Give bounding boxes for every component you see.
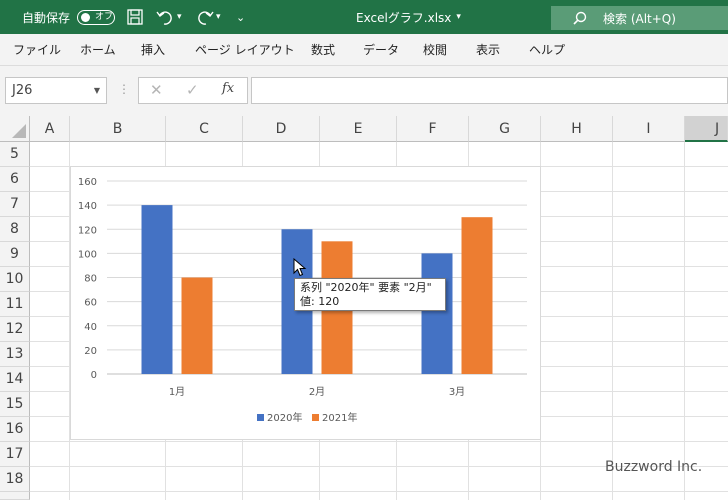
row-header-18[interactable]: 18 <box>0 467 30 492</box>
row-header-14[interactable]: 14 <box>0 367 30 392</box>
file-name-text: Excelグラフ.xlsx <box>356 10 452 25</box>
row-header-7[interactable]: 7 <box>0 192 30 217</box>
row-header-6[interactable]: 6 <box>0 167 30 192</box>
column-header-i[interactable]: I <box>613 116 685 142</box>
row-header-12[interactable]: 12 <box>0 317 30 342</box>
search-label: 検索 (Alt+Q) <box>603 11 676 26</box>
y-tick-label: 80 <box>84 274 97 285</box>
tab-help[interactable]: ヘルプ <box>529 34 565 66</box>
autosave-toggle[interactable]: オフ <box>77 10 115 25</box>
row-header-11[interactable]: 11 <box>0 292 30 317</box>
bar[interactable] <box>141 205 173 374</box>
y-tick-label: 120 <box>78 225 97 236</box>
name-box-value: J26 <box>12 83 33 98</box>
x-tick-label: 2月 <box>309 386 325 398</box>
undo-dropdown-icon[interactable]: ▾ <box>177 0 182 34</box>
formula-bar: J26 ▼ ⋮ ✕ ✓ fx <box>0 66 728 116</box>
row-header-5[interactable]: 5 <box>0 142 30 167</box>
redo-icon[interactable] <box>195 9 215 25</box>
cancel-icon[interactable]: ✕ <box>150 81 163 99</box>
row-header-9[interactable]: 9 <box>0 242 30 267</box>
search-box[interactable]: 検索 (Alt+Q) <box>551 6 728 30</box>
toggle-state-label: オフ <box>95 12 114 22</box>
y-tick-label: 140 <box>78 201 97 212</box>
formula-buttons: ✕ ✓ fx <box>138 77 248 104</box>
column-header-a[interactable]: A <box>30 116 70 142</box>
column-header-g[interactable]: G <box>469 116 541 142</box>
column-header-b[interactable]: B <box>70 116 166 142</box>
row-header-10[interactable]: 10 <box>0 267 30 292</box>
undo-icon[interactable] <box>156 9 176 25</box>
y-tick-label: 20 <box>84 346 97 357</box>
y-tick-label: 100 <box>78 249 97 260</box>
column-header-h[interactable]: H <box>541 116 613 142</box>
file-name[interactable]: Excelグラフ.xlsx ▾ <box>356 0 461 34</box>
more-options-icon[interactable]: ⋮ <box>118 82 130 96</box>
bar[interactable] <box>461 217 493 374</box>
enter-icon[interactable]: ✓ <box>186 81 199 99</box>
column-header-f[interactable]: F <box>397 116 469 142</box>
chevron-down-icon[interactable]: ▼ <box>94 78 100 103</box>
legend-swatch <box>257 414 264 421</box>
row-header-15[interactable]: 15 <box>0 392 30 417</box>
row-header-19[interactable] <box>0 492 30 500</box>
autosave-label: 自動保存 <box>22 10 71 25</box>
watermark: Buzzword Inc. <box>605 459 703 475</box>
customize-toolbar-icon[interactable]: ⌄ <box>236 0 245 34</box>
row-header-13[interactable]: 13 <box>0 342 30 367</box>
tab-home[interactable]: ホーム <box>80 34 116 66</box>
tab-page-layout[interactable]: ページ レイアウト <box>195 34 295 66</box>
tab-file[interactable]: ファイル <box>13 34 61 66</box>
y-tick-label: 60 <box>84 298 97 309</box>
legend-label: 2021年 <box>322 411 357 424</box>
name-box[interactable]: J26 ▼ <box>5 77 107 104</box>
y-tick-label: 40 <box>84 322 97 333</box>
tooltip-value-line: 値: 120 <box>300 295 340 308</box>
chevron-down-icon: ▾ <box>456 12 461 22</box>
tab-view[interactable]: 表示 <box>476 34 500 66</box>
x-tick-label: 1月 <box>169 386 185 398</box>
bar[interactable] <box>421 253 453 374</box>
row-header-8[interactable]: 8 <box>0 217 30 242</box>
tooltip-series-line: 系列 "2020年" 要素 "2月" <box>300 281 432 294</box>
mouse-cursor-icon <box>293 258 307 277</box>
insert-function-button[interactable]: fx <box>222 81 234 96</box>
search-icon <box>573 11 587 25</box>
x-tick-label: 3月 <box>449 386 465 398</box>
column-header-j[interactable]: J <box>685 116 728 142</box>
column-header-c[interactable]: C <box>166 116 243 142</box>
chart-tooltip: 系列 "2020年" 要素 "2月" 値: 120 <box>294 278 446 311</box>
tab-review[interactable]: 校閲 <box>423 34 447 66</box>
legend-label: 2020年 <box>267 411 302 424</box>
row-header-17[interactable]: 17 <box>0 442 30 467</box>
formula-input[interactable] <box>251 77 728 104</box>
tab-data[interactable]: データ <box>363 34 399 66</box>
column-header-e[interactable]: E <box>320 116 397 142</box>
column-header-d[interactable]: D <box>243 116 320 142</box>
save-icon[interactable] <box>127 9 143 25</box>
title-bar: 自動保存 オフ ▾ ▾ ⌄ Excelグラフ.xlsx ▾ 検索 (Alt+Q) <box>0 0 728 34</box>
tab-formulas[interactable]: 数式 <box>311 34 335 66</box>
toggle-knob <box>81 13 90 22</box>
row-header-16[interactable]: 16 <box>0 417 30 442</box>
tab-insert[interactable]: 挿入 <box>141 34 165 66</box>
bar[interactable] <box>181 277 213 375</box>
ribbon-tabs: ファイル ホーム 挿入 ページ レイアウト 数式 データ 校閲 表示 ヘルプ <box>0 34 728 66</box>
y-tick-label: 160 <box>78 177 97 188</box>
y-tick-label: 0 <box>91 370 97 381</box>
select-all-corner[interactable] <box>0 116 30 142</box>
redo-dropdown-icon[interactable]: ▾ <box>216 0 221 34</box>
legend-swatch <box>312 414 319 421</box>
